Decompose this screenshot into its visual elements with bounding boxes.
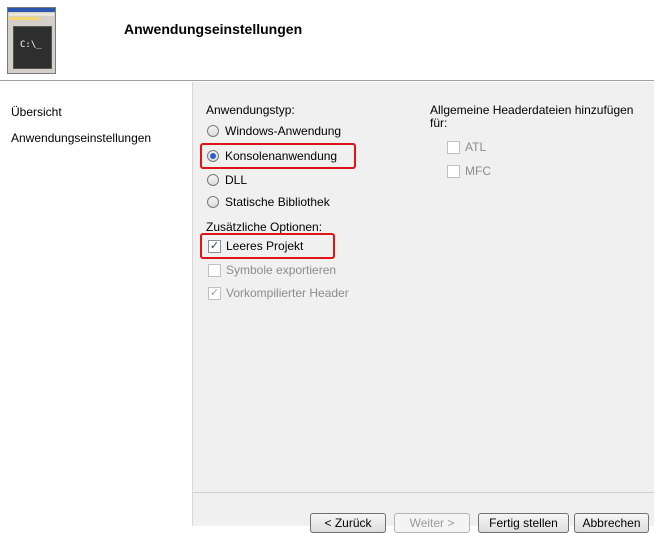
radio-button[interactable]	[207, 174, 219, 186]
checkbox-box	[447, 140, 460, 154]
page-title: Anwendungseinstellungen	[124, 21, 303, 37]
console-prompt-text: C:\_	[20, 40, 42, 50]
radio-windows-app[interactable]: Windows-Anwendung	[207, 123, 341, 139]
checkbox-label: Vorkompilierter Header	[226, 286, 349, 300]
radio-button-selected[interactable]	[207, 150, 219, 162]
radio-label: Konsolenanwendung	[225, 149, 338, 163]
radio-label: Statische Bibliothek	[225, 195, 330, 209]
headers-heading-line2: für:	[430, 116, 448, 130]
check-icon: ✓	[208, 286, 221, 300]
radio-console-app[interactable]: Konsolenanwendung	[207, 148, 337, 164]
checkbox-label: Leeres Projekt	[226, 239, 304, 253]
check-icon[interactable]: ✓	[208, 239, 221, 253]
wizard-nav: Übersicht Anwendungseinstellungen	[0, 82, 192, 526]
checkbox-box	[208, 263, 221, 277]
checkbox-mfc: MFC	[447, 163, 491, 179]
wizard-header: C:\_ Anwendungseinstellungen	[0, 0, 654, 80]
footer-divider	[193, 492, 654, 493]
radio-static-library[interactable]: Statische Bibliothek	[207, 194, 330, 210]
extra-options-heading: Zusätzliche Optionen:	[206, 220, 323, 234]
checkbox-empty-project[interactable]: ✓ Leeres Projekt	[208, 238, 303, 254]
radio-label: Windows-Anwendung	[225, 124, 342, 138]
settings-panel: Anwendungstyp: Windows-Anwendung Konsole…	[192, 82, 654, 492]
checkbox-label: Symbole exportieren	[226, 263, 337, 277]
checkbox-atl: ATL	[447, 139, 486, 155]
checkbox-label: MFC	[465, 164, 491, 178]
nav-item-anwendungseinstellungen[interactable]: Anwendungseinstellungen	[11, 131, 151, 145]
checkbox-box	[447, 164, 460, 178]
checkbox-precompiled-header: ✓ Vorkompilierter Header	[208, 285, 349, 301]
nav-item-uebersicht[interactable]: Übersicht	[11, 105, 62, 119]
next-button[interactable]: Weiter >	[394, 513, 470, 533]
checkbox-label: ATL	[465, 140, 487, 154]
radio-label: DLL	[225, 173, 248, 187]
back-button[interactable]: < Zurück	[310, 513, 386, 533]
radio-button[interactable]	[207, 125, 219, 137]
finish-button[interactable]: Fertig stellen	[478, 513, 569, 533]
radio-dll[interactable]: DLL	[207, 172, 247, 188]
console-app-thumbnail-icon: C:\_	[7, 7, 56, 74]
headers-heading-line1: Allgemeine Headerdateien hinzufügen	[430, 103, 634, 117]
app-type-heading: Anwendungstyp:	[206, 103, 295, 117]
radio-button[interactable]	[207, 196, 219, 208]
cancel-button[interactable]: Abbrechen	[574, 513, 649, 533]
checkbox-export-symbols: Symbole exportieren	[208, 262, 336, 278]
